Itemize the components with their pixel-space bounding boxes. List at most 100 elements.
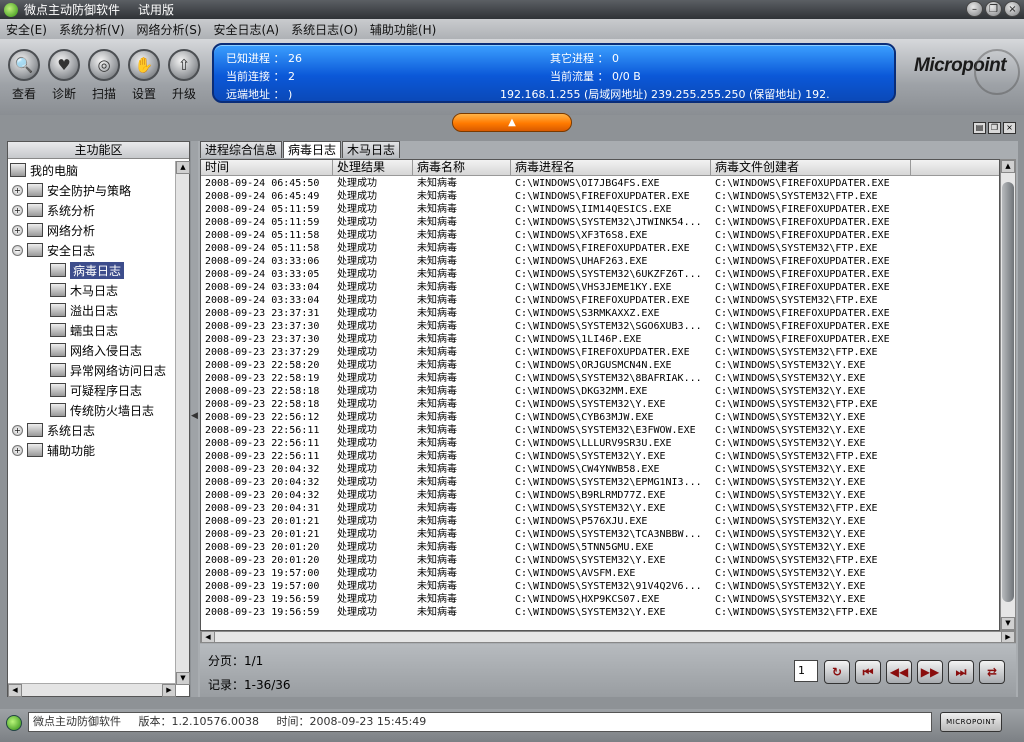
tree-item[interactable]: 我的电脑 [10, 161, 78, 179]
table-row[interactable]: 2008-09-23 19:56:59 处理成功 未知病毒 C:\WINDOWS\HX… [201, 593, 999, 606]
sync-icon[interactable]: ⇄ [979, 660, 1005, 684]
scroll-up-icon[interactable]: ▲ [176, 161, 190, 174]
diagnose-button[interactable]: ♥ 诊断 [46, 49, 82, 102]
page-number-input[interactable]: 1 [794, 660, 818, 682]
tree-item[interactable]: + 系统日志 [12, 421, 95, 439]
last-page-icon[interactable]: ⏭ [948, 660, 974, 684]
table-row[interactable]: 2008-09-23 20:01:21 处理成功 未知病毒 C:\WINDOWS\P5… [201, 515, 999, 528]
table-row[interactable]: 2008-09-23 23:37:30 处理成功 未知病毒 C:\WINDOWS\SY… [201, 320, 999, 333]
table-row[interactable]: 2008-09-23 23:37:29 处理成功 未知病毒 C:\WINDOWS\FI… [201, 346, 999, 359]
table-row[interactable]: 2008-09-24 06:45:50 处理成功 未知病毒 C:\WINDOWS\OI… [201, 177, 999, 190]
tree-item[interactable]: 病毒日志 [50, 261, 125, 279]
minimize-icon[interactable]: – [966, 1, 983, 17]
restore-pane-icon[interactable]: ❐ [988, 122, 1001, 134]
scroll-left-icon[interactable]: ◀ [8, 684, 22, 697]
table-row[interactable]: 2008-09-23 20:04:31 处理成功 未知病毒 C:\WINDOWS\SY… [201, 502, 999, 515]
table-row[interactable]: 2008-09-24 03:33:04 处理成功 未知病毒 C:\WINDOWS\FI… [201, 294, 999, 307]
menu-security[interactable]: 安全(E) [6, 21, 47, 38]
collapse-left-icon[interactable]: ◀ [191, 411, 198, 421]
table-row[interactable]: 2008-09-24 06:45:49 处理成功 未知病毒 C:\WINDOWS\FI… [201, 190, 999, 203]
scroll-left-icon[interactable]: ◀ [201, 631, 215, 643]
scroll-right-icon[interactable]: ▶ [162, 684, 176, 697]
table-row[interactable]: 2008-09-23 22:56:12 处理成功 未知病毒 C:\WINDOWS\CY… [201, 411, 999, 424]
table-row[interactable]: 2008-09-23 19:57:00 处理成功 未知病毒 C:\WINDOWS\SY… [201, 580, 999, 593]
prev-page-icon[interactable]: ◀◀ [886, 660, 912, 684]
table-row[interactable]: 2008-09-23 22:58:18 处理成功 未知病毒 C:\WINDOWS\SY… [201, 398, 999, 411]
menu-security-log[interactable]: 安全日志(A) [214, 21, 280, 38]
restore-icon[interactable]: ❐ [985, 1, 1002, 17]
column-header[interactable]: 病毒文件创建者 [711, 160, 911, 176]
expand-icon[interactable]: + [12, 444, 23, 456]
tree-vertical-scrollbar[interactable]: ▲ ▼ [175, 161, 190, 685]
next-page-icon[interactable]: ▶▶ [917, 660, 943, 684]
menu-network-analysis[interactable]: 网络分析(S) [137, 21, 202, 38]
tab-2[interactable]: 木马日志 [342, 141, 401, 158]
tree-item[interactable]: + 网络分析 [12, 221, 95, 239]
table-row[interactable]: 2008-09-23 22:56:11 处理成功 未知病毒 C:\WINDOWS\SY… [201, 424, 999, 437]
tile-icon[interactable]: ▤ [973, 122, 986, 134]
table-row[interactable]: 2008-09-23 19:56:59 处理成功 未知病毒 C:\WINDOWS\SY… [201, 606, 999, 619]
tree-item[interactable]: + 安全防护与策略 [12, 181, 131, 199]
table-row[interactable]: 2008-09-23 20:01:20 处理成功 未知病毒 C:\WINDOWS\5T… [201, 541, 999, 554]
table-row[interactable]: 2008-09-24 03:33:05 处理成功 未知病毒 C:\WINDOWS\SY… [201, 268, 999, 281]
tree-item[interactable]: + 辅助功能 [12, 441, 95, 459]
table-row[interactable]: 2008-09-23 20:01:21 处理成功 未知病毒 C:\WINDOWS\SY… [201, 528, 999, 541]
close-icon[interactable]: × [1004, 1, 1021, 17]
expand-icon[interactable]: + [12, 204, 23, 216]
tree-item[interactable]: 木马日志 [50, 281, 118, 299]
table-row[interactable]: 2008-09-24 03:33:04 处理成功 未知病毒 C:\WINDOWS\VH… [201, 281, 999, 294]
scan-button[interactable]: ◎ 扫描 [86, 49, 122, 102]
menu-help[interactable]: 辅助功能(H) [370, 21, 436, 38]
table-row[interactable]: 2008-09-24 05:11:59 处理成功 未知病毒 C:\WINDOWS\SY… [201, 216, 999, 229]
panel-splitter[interactable]: ◀ [191, 141, 198, 697]
upgrade-button[interactable]: ⇧ 升级 [166, 49, 202, 102]
view-button[interactable]: 🔍 查看 [6, 49, 42, 102]
first-page-icon[interactable]: ⏮ [855, 660, 881, 684]
table-row[interactable]: 2008-09-24 05:11:58 处理成功 未知病毒 C:\WINDOWS\FI… [201, 242, 999, 255]
tree-item[interactable]: 异常网络访问日志 [50, 361, 166, 379]
table-row[interactable]: 2008-09-23 20:04:32 处理成功 未知病毒 C:\WINDOWS\CW… [201, 463, 999, 476]
column-header[interactable]: 病毒名称 [413, 160, 511, 176]
close-pane-icon[interactable]: × [1003, 122, 1016, 134]
menu-system-analysis[interactable]: 系统分析(V) [59, 21, 125, 38]
table-row[interactable]: 2008-09-23 22:56:11 处理成功 未知病毒 C:\WINDOWS\LL… [201, 437, 999, 450]
settings-button[interactable]: ✋ 设置 [126, 49, 162, 102]
tree-item[interactable]: − 安全日志 [12, 241, 95, 259]
column-header[interactable]: 处理结果 [333, 160, 413, 176]
collapse-icon[interactable]: − [12, 244, 23, 256]
table-row[interactable]: 2008-09-23 23:37:31 处理成功 未知病毒 C:\WINDOWS\S3… [201, 307, 999, 320]
table-row[interactable]: 2008-09-23 20:01:20 处理成功 未知病毒 C:\WINDOWS\SY… [201, 554, 999, 567]
table-vertical-scrollbar[interactable]: ▲ ▼ [1000, 159, 1016, 631]
table-row[interactable]: 2008-09-24 05:11:59 处理成功 未知病毒 C:\WINDOWS\II… [201, 203, 999, 216]
column-header[interactable]: 时间 [201, 160, 333, 176]
table-row[interactable]: 2008-09-23 20:04:32 处理成功 未知病毒 C:\WINDOWS\B9… [201, 489, 999, 502]
table-row[interactable]: 2008-09-23 23:37:30 处理成功 未知病毒 C:\WINDOWS\1L… [201, 333, 999, 346]
tree-item[interactable]: 溢出日志 [50, 301, 118, 319]
micropoint-button[interactable]: MICROPOINT [940, 712, 1002, 732]
table-row[interactable]: 2008-09-24 03:33:06 处理成功 未知病毒 C:\WINDOWS\UH… [201, 255, 999, 268]
tree-item[interactable]: + 系统分析 [12, 201, 95, 219]
table-row[interactable]: 2008-09-23 19:57:00 处理成功 未知病毒 C:\WINDOWS\AV… [201, 567, 999, 580]
tree-item[interactable]: 可疑程序日志 [50, 381, 142, 399]
table-row[interactable]: 2008-09-23 22:58:19 处理成功 未知病毒 C:\WINDOWS\SY… [201, 372, 999, 385]
column-header[interactable]: 病毒进程名 [511, 160, 711, 176]
table-row[interactable]: 2008-09-23 22:58:18 处理成功 未知病毒 C:\WINDOWS\DK… [201, 385, 999, 398]
tab-1[interactable]: 病毒日志 [283, 141, 342, 158]
tree-item[interactable]: 蠕虫日志 [50, 321, 118, 339]
scroll-down-icon[interactable]: ▼ [1001, 617, 1015, 630]
expand-icon[interactable]: + [12, 224, 23, 236]
table-row[interactable]: 2008-09-23 22:56:11 处理成功 未知病毒 C:\WINDOWS\SY… [201, 450, 999, 463]
expand-icon[interactable]: + [12, 424, 23, 436]
tab-0[interactable]: 进程综合信息 [200, 141, 283, 158]
scroll-right-icon[interactable]: ▶ [1001, 631, 1015, 643]
collapse-toolbar-button[interactable]: ▲ [452, 113, 572, 132]
table-horizontal-scrollbar[interactable]: ◀ ▶ [200, 631, 1016, 643]
table-row[interactable]: 2008-09-23 20:04:32 处理成功 未知病毒 C:\WINDOWS\SY… [201, 476, 999, 489]
table-row[interactable]: 2008-09-24 05:11:58 处理成功 未知病毒 C:\WINDOWS\XF… [201, 229, 999, 242]
tree-item[interactable]: 网络入侵日志 [50, 341, 142, 359]
scroll-down-icon[interactable]: ▼ [176, 672, 190, 685]
tree-item[interactable]: 传统防火墙日志 [50, 401, 154, 419]
scroll-thumb[interactable] [1002, 182, 1014, 602]
expand-icon[interactable]: + [12, 184, 23, 196]
table-row[interactable]: 2008-09-23 22:58:20 处理成功 未知病毒 C:\WINDOWS\OR… [201, 359, 999, 372]
